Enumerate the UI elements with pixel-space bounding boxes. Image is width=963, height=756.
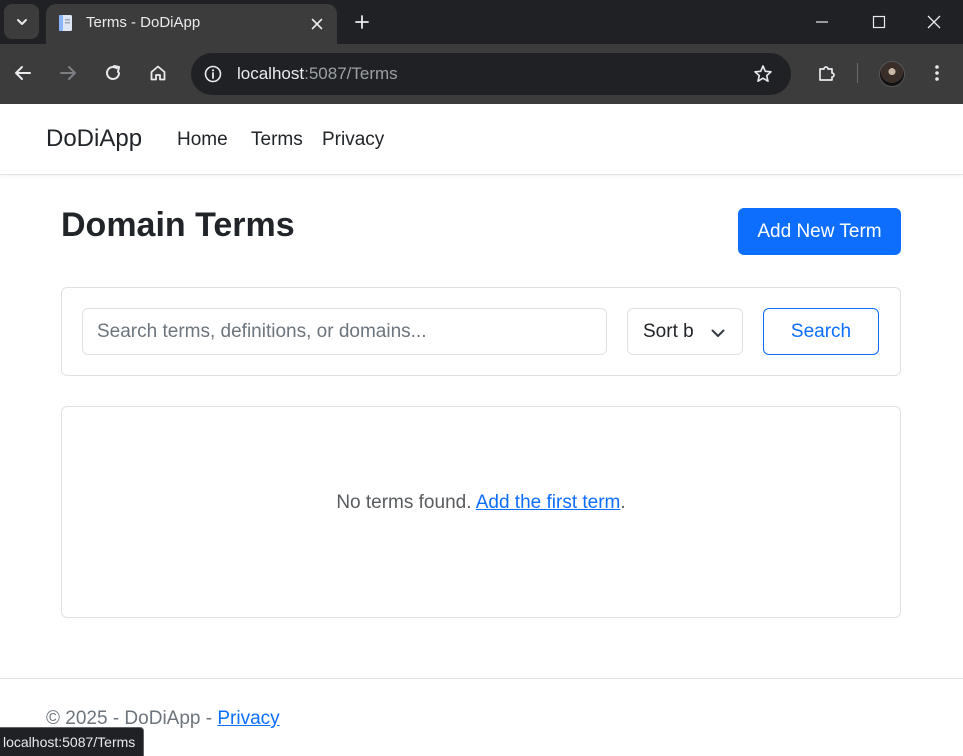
tab-search-button[interactable] — [4, 4, 39, 39]
sort-select[interactable]: Sort b — [627, 308, 743, 355]
chevron-down-icon — [708, 323, 728, 343]
footer-privacy-link[interactable]: Privacy — [217, 708, 279, 729]
close-icon — [927, 15, 941, 29]
browser-toolbar: localhost:5087/Terms — [0, 44, 963, 104]
navbar-brand[interactable]: DoDiApp — [46, 125, 142, 153]
tab-close-button[interactable] — [305, 12, 329, 36]
address-bar[interactable]: localhost:5087/Terms — [191, 53, 791, 95]
minimize-window-button[interactable] — [793, 0, 851, 44]
site-info-button[interactable] — [201, 62, 225, 86]
page-title: Domain Terms — [61, 206, 295, 244]
close-icon — [311, 18, 323, 30]
page-favicon-icon — [59, 15, 72, 31]
info-icon — [204, 65, 222, 83]
plus-icon — [355, 15, 369, 29]
home-icon — [150, 65, 166, 81]
search-button[interactable]: Search — [763, 308, 879, 355]
extensions-button[interactable] — [810, 56, 844, 90]
add-new-term-button[interactable]: Add New Term — [738, 208, 901, 255]
site-navbar: DoDiApp Home Terms Privacy — [0, 104, 963, 175]
browser-tab-active[interactable]: Terms - DoDiApp — [46, 4, 337, 44]
star-icon — [754, 65, 772, 82]
arrow-left-icon — [15, 66, 31, 80]
forward-button[interactable] — [51, 56, 85, 90]
reload-button[interactable] — [96, 56, 130, 90]
url-host: localhost — [237, 64, 305, 83]
tab-title: Terms - DoDiApp — [86, 14, 201, 31]
home-button[interactable] — [141, 56, 175, 90]
empty-state-text: No terms found. — [336, 492, 472, 513]
search-input[interactable] — [82, 308, 607, 355]
maximize-icon — [872, 15, 886, 29]
bookmark-button[interactable] — [751, 62, 775, 86]
more-vertical-icon — [935, 65, 939, 81]
nav-link-home[interactable]: Home — [177, 129, 228, 151]
nav-link-terms[interactable]: Terms — [251, 129, 303, 151]
toolbar-divider — [857, 63, 858, 83]
empty-state-message: No terms found. Add the first term. — [62, 492, 900, 514]
close-window-button[interactable] — [905, 0, 963, 44]
url-path: :5087/Terms — [304, 64, 398, 83]
puzzle-icon — [819, 66, 835, 81]
browser-menu-button[interactable] — [920, 56, 954, 90]
footer-copyright: © 2025 - DoDiApp - — [46, 708, 218, 729]
nav-link-privacy[interactable]: Privacy — [322, 129, 384, 151]
status-bar-url: localhost:5087/Terms — [0, 727, 145, 756]
reload-icon — [106, 65, 120, 80]
empty-state-suffix: . — [620, 492, 626, 513]
add-first-term-link[interactable]: Add the first term — [476, 492, 621, 513]
profile-avatar[interactable] — [879, 61, 905, 87]
new-tab-button[interactable] — [348, 8, 376, 36]
minimize-icon — [816, 21, 828, 23]
chevron-down-icon — [16, 18, 27, 25]
arrow-right-icon — [60, 66, 76, 80]
back-button[interactable] — [6, 56, 40, 90]
results-card: No terms found. Add the first term. — [61, 406, 901, 618]
browser-tab-strip: Terms - DoDiApp — [0, 0, 963, 44]
sort-select-value: Sort b — [643, 321, 694, 342]
maximize-window-button[interactable] — [850, 0, 908, 44]
search-card: Sort b Search — [61, 287, 901, 376]
site-footer: © 2025 - DoDiApp - Privacy — [0, 678, 963, 756]
url-text: localhost:5087/Terms — [237, 64, 398, 84]
